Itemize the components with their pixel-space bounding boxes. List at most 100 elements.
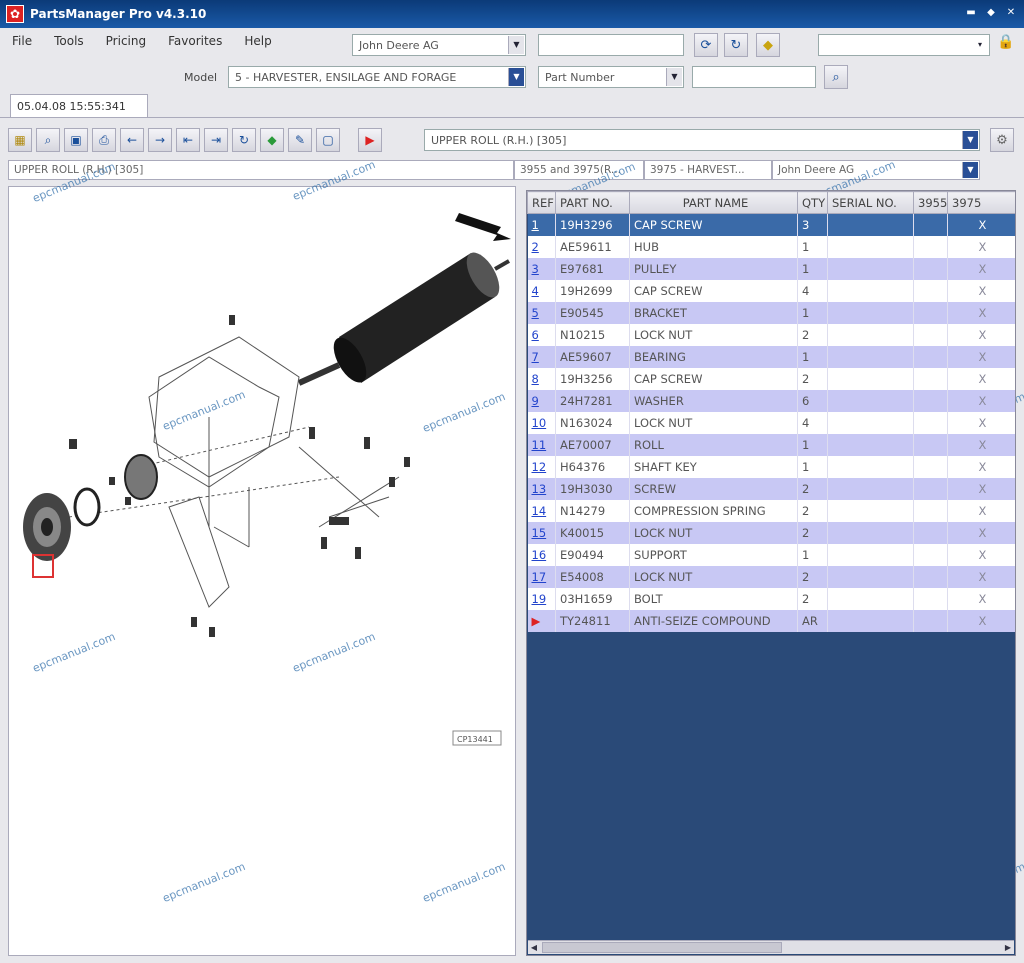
ref-link[interactable]: 19 bbox=[527, 587, 556, 610]
table-row[interactable]: 3 E97681 PULLEY 1 X bbox=[527, 257, 1015, 280]
search-by-select[interactable]: Part Number ▼ bbox=[538, 66, 684, 88]
table-row[interactable]: 6 N10215 LOCK NUT 2 X bbox=[527, 323, 1015, 346]
table-row[interactable]: 5 E90545 BRACKET 1 X bbox=[527, 301, 1015, 324]
model-b-mark: X bbox=[947, 323, 1015, 346]
col-header-part-no[interactable]: PART NO. bbox=[555, 191, 630, 214]
model-b-mark: X bbox=[947, 433, 1015, 456]
minimize-icon[interactable]: ▬ bbox=[964, 6, 978, 20]
table-row[interactable]: 2 AE59611 HUB 1 X bbox=[527, 235, 1015, 258]
menu-tools[interactable]: Tools bbox=[54, 34, 84, 48]
note-flag-cell[interactable]: ▶ bbox=[527, 609, 556, 632]
lock-icon[interactable]: 🔒 bbox=[996, 34, 1016, 54]
parts-drawing[interactable]: CP13441 bbox=[8, 186, 516, 956]
group-select[interactable]: UPPER ROLL (R.H.) [305] ▼ bbox=[424, 129, 980, 151]
prev-page-button[interactable]: ⇤ bbox=[176, 128, 200, 152]
ref-link[interactable]: 15 bbox=[527, 521, 556, 544]
col-header-ref[interactable]: REF bbox=[527, 191, 556, 214]
scroll-thumb[interactable] bbox=[542, 942, 782, 953]
notes-button[interactable]: ✎ bbox=[288, 128, 312, 152]
machine-info: 3975 - HARVEST... bbox=[644, 160, 772, 180]
find-part-button[interactable]: ⌕ bbox=[824, 65, 848, 89]
col-header-qty[interactable]: QTY bbox=[797, 191, 828, 214]
menu-favorites[interactable]: Favorites bbox=[168, 34, 222, 48]
next-page-button[interactable]: ⇥ bbox=[204, 128, 228, 152]
fit-button[interactable]: ▦ bbox=[8, 128, 32, 152]
table-row[interactable]: 15 K40015 LOCK NUT 2 X bbox=[527, 521, 1015, 544]
ref-link[interactable]: 7 bbox=[527, 345, 556, 368]
scroll-right-icon[interactable]: ▶ bbox=[1002, 941, 1014, 954]
chevron-down-icon: ▾ bbox=[972, 36, 988, 54]
menu-file[interactable]: File bbox=[12, 34, 32, 48]
ref-link[interactable]: 14 bbox=[527, 499, 556, 522]
table-row[interactable]: 14 N14279 COMPRESSION SPRING 2 X bbox=[527, 499, 1015, 522]
table-row[interactable]: 4 19H2699 CAP SCREW 4 X bbox=[527, 279, 1015, 302]
ref-link[interactable]: 16 bbox=[527, 543, 556, 566]
top-right-select[interactable]: ▾ bbox=[818, 34, 990, 56]
table-row[interactable]: 10 N163024 LOCK NUT 4 X bbox=[527, 411, 1015, 434]
upper-roll[interactable] bbox=[297, 247, 510, 387]
exploded-view[interactable]: CP13441 bbox=[9, 187, 515, 955]
table-row[interactable]: 13 19H3030 SCREW 2 X bbox=[527, 477, 1015, 500]
settings-button[interactable]: ⚙ bbox=[990, 128, 1014, 152]
col-header-3955[interactable]: 3955 bbox=[913, 191, 948, 214]
model-select[interactable]: 5 - HARVESTER, ENSILAGE AND FORAGE ▼ bbox=[228, 66, 526, 88]
qty: 1 bbox=[797, 235, 828, 258]
tab-session[interactable]: 05.04.08 15:55:341 bbox=[10, 94, 148, 118]
menu-pricing[interactable]: Pricing bbox=[106, 34, 146, 48]
catalog-button[interactable]: ◆ bbox=[756, 33, 780, 57]
ref-link[interactable]: 10 bbox=[527, 411, 556, 434]
table-row[interactable]: 19 03H1659 BOLT 2 X bbox=[527, 587, 1015, 610]
layers-button[interactable]: ◆ bbox=[260, 128, 284, 152]
page-forward-icon: ⇥ bbox=[210, 133, 222, 147]
search-button[interactable]: ⟳ bbox=[694, 33, 718, 57]
search-text-input[interactable] bbox=[538, 34, 684, 56]
restore-icon[interactable]: ◆ bbox=[984, 6, 998, 20]
ref-link[interactable]: 13 bbox=[527, 477, 556, 500]
zoom-button[interactable]: ⌕ bbox=[36, 128, 60, 152]
table-row[interactable]: 16 E90494 SUPPORT 1 X bbox=[527, 543, 1015, 566]
chevron-down-icon: ▼ bbox=[508, 68, 524, 86]
pulley[interactable] bbox=[23, 454, 158, 561]
reload-button[interactable]: ↻ bbox=[232, 128, 256, 152]
parts-grid[interactable]: REF PART NO. PART NAME QTY SERIAL NO. 39… bbox=[526, 190, 1016, 956]
ref-link[interactable]: 9 bbox=[527, 389, 556, 412]
window-button[interactable]: ▢ bbox=[316, 128, 340, 152]
back-button[interactable]: ← bbox=[120, 128, 144, 152]
ref-link[interactable]: 2 bbox=[527, 235, 556, 258]
close-icon[interactable]: ✕ bbox=[1004, 6, 1018, 20]
table-row[interactable]: ▶ TY24811 ANTI-SEIZE COMPOUND AR X bbox=[527, 609, 1015, 632]
table-row[interactable]: 12 H64376 SHAFT KEY 1 X bbox=[527, 455, 1015, 478]
table-row[interactable]: 8 19H3256 CAP SCREW 2 X bbox=[527, 367, 1015, 390]
col-header-part-name[interactable]: PART NAME bbox=[629, 191, 798, 214]
qty: 1 bbox=[797, 543, 828, 566]
ref-link[interactable]: 5 bbox=[527, 301, 556, 324]
catalog-select[interactable]: John Deere AG ▼ bbox=[352, 34, 526, 56]
save-button[interactable]: ▣ bbox=[64, 128, 88, 152]
table-row[interactable]: 9 24H7281 WASHER 6 X bbox=[527, 389, 1015, 412]
table-row[interactable]: 7 AE59607 BEARING 1 X bbox=[527, 345, 1015, 368]
ref-link[interactable]: 8 bbox=[527, 367, 556, 390]
ref-link[interactable]: 3 bbox=[527, 257, 556, 280]
refresh-button[interactable]: ↻ bbox=[724, 33, 748, 57]
table-row[interactable]: 11 AE70007 ROLL 1 X bbox=[527, 433, 1015, 456]
ref-link[interactable]: 6 bbox=[527, 323, 556, 346]
ref-link[interactable]: 4 bbox=[527, 279, 556, 302]
flag-icon: ▶ bbox=[531, 613, 541, 628]
ref-link[interactable]: 17 bbox=[527, 565, 556, 588]
menu-help[interactable]: Help bbox=[244, 34, 271, 48]
table-row[interactable]: 1 19H3296 CAP SCREW 3 X bbox=[527, 213, 1015, 236]
print-button[interactable]: ⎙ bbox=[92, 128, 116, 152]
horizontal-scrollbar[interactable]: ◀ ▶ bbox=[528, 940, 1014, 954]
ref-link[interactable]: 1 bbox=[527, 213, 556, 236]
forward-button[interactable]: → bbox=[148, 128, 172, 152]
ref-link[interactable]: 11 bbox=[527, 433, 556, 456]
ref-link[interactable]: 12 bbox=[527, 455, 556, 478]
scroll-left-icon[interactable]: ◀ bbox=[528, 941, 540, 954]
part-number-input[interactable] bbox=[692, 66, 816, 88]
model-b-mark: X bbox=[947, 389, 1015, 412]
col-header-3975[interactable]: 3975 bbox=[947, 191, 1015, 214]
bookmark-button[interactable]: ▶ bbox=[358, 128, 382, 152]
col-header-serial[interactable]: SERIAL NO. bbox=[827, 191, 914, 214]
tab-divider bbox=[0, 117, 1024, 118]
table-row[interactable]: 17 E54008 LOCK NUT 2 X bbox=[527, 565, 1015, 588]
